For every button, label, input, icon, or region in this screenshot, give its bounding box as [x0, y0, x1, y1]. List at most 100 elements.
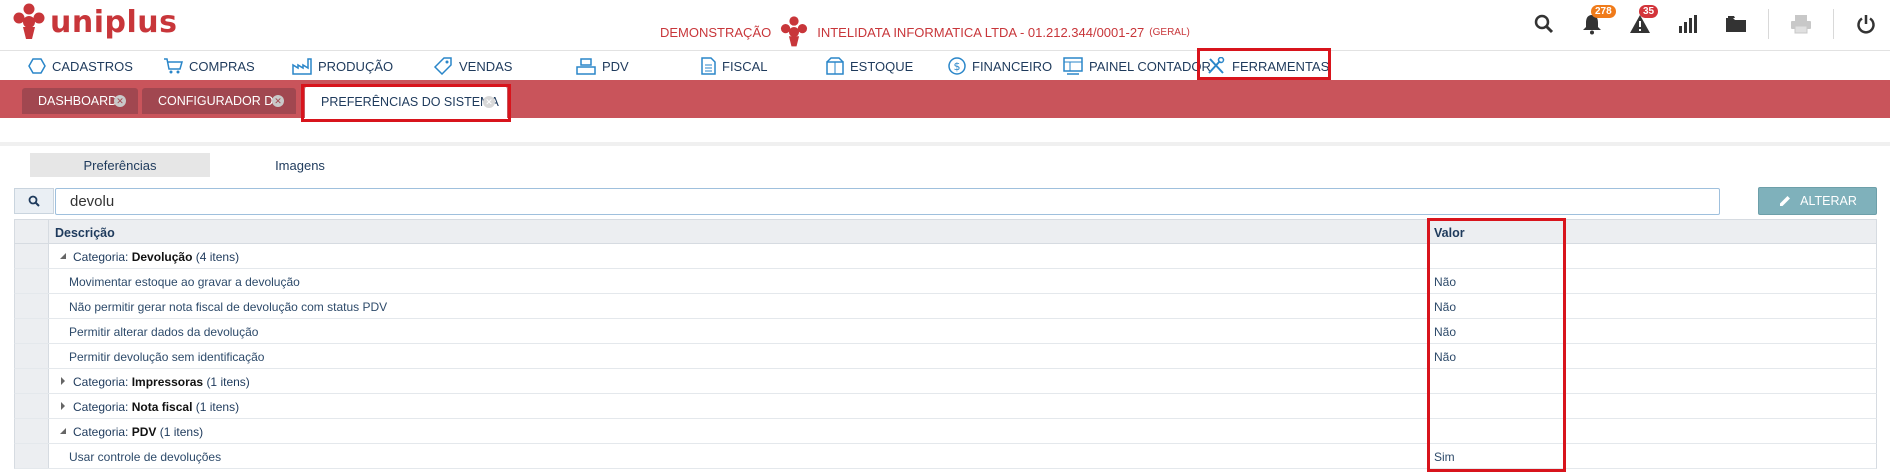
row-header-corner — [15, 220, 49, 243]
caret-down-icon[interactable] — [59, 252, 67, 260]
category-prefix: Categoria: — [73, 425, 129, 439]
row-header[interactable] — [15, 419, 49, 443]
tab-label: DASHBOARD — [38, 94, 118, 108]
row-header[interactable] — [15, 444, 49, 468]
demo-label: DEMONSTRAÇÃO — [660, 24, 772, 40]
caret-right-icon[interactable] — [59, 402, 67, 410]
preference-description: Não permitir gerar nota fiscal de devolu… — [69, 300, 388, 314]
category-name: Impressoras — [131, 375, 204, 389]
menu-compras[interactable]: COMPRAS — [163, 51, 255, 81]
close-icon[interactable]: ✕ — [272, 95, 284, 107]
caret-right-icon[interactable] — [59, 377, 67, 385]
column-header-description[interactable]: Descrição — [55, 226, 115, 240]
search-icon — [28, 195, 40, 207]
grid-header: Descrição Valor — [14, 219, 1877, 244]
category-row[interactable]: Categoria: Impressoras (1 itens) — [14, 369, 1877, 394]
panel-icon — [1063, 57, 1083, 75]
table-row[interactable]: Permitir devolução sem identificação Não — [14, 344, 1877, 369]
tab-label: CONFIGURADOR D... — [158, 94, 284, 108]
row-header[interactable] — [15, 344, 49, 368]
notifications-button[interactable]: 278 — [1577, 5, 1616, 39]
print-button[interactable] — [1786, 9, 1816, 39]
menu-estoque[interactable]: ESTOQUE — [826, 51, 913, 81]
category-prefix: Categoria: — [73, 400, 129, 414]
folder-icon — [1726, 16, 1746, 32]
tab-configurador[interactable]: CONFIGURADOR D... ✕ — [142, 88, 296, 114]
menu-label: COMPRAS — [189, 58, 255, 74]
highlight-value-column — [1427, 218, 1566, 472]
search-icon — [1534, 14, 1554, 34]
menu-vendas[interactable]: VENDAS — [433, 51, 512, 81]
table-row[interactable]: Movimentar estoque ao gravar a devolução… — [14, 269, 1877, 294]
menu-financeiro[interactable]: $ FINANCEIRO — [948, 51, 1052, 81]
row-header[interactable] — [15, 369, 49, 393]
company-logo-icon — [781, 16, 808, 47]
highlight-ferramentas — [1197, 48, 1331, 80]
pencil-icon — [1780, 196, 1791, 206]
row-header[interactable] — [15, 319, 49, 343]
company-info: DEMONSTRAÇÃO INTELIDATA INFORMATICA LTDA… — [660, 16, 1190, 48]
category-row[interactable]: Categoria: Nota fiscal (1 itens) — [14, 394, 1877, 419]
menu-label: VENDAS — [459, 58, 513, 74]
menu-fiscal[interactable]: FISCAL — [700, 51, 768, 81]
menu-label: CADASTROS — [52, 58, 133, 74]
tab-dashboard[interactable]: DASHBOARD ✕ — [22, 88, 138, 114]
cart-icon — [164, 58, 183, 74]
category-count: (1 itens) — [159, 425, 204, 439]
table-row[interactable]: Permitir alterar dados da devolução Não — [14, 319, 1877, 344]
folder-button[interactable] — [1721, 9, 1751, 39]
subtab-preferencias[interactable]: Preferências — [30, 153, 210, 177]
factory-icon — [292, 58, 312, 75]
logo-text: uniplus — [50, 4, 178, 40]
preference-description: Usar controle de devoluções — [69, 450, 222, 464]
search-filter-button[interactable] — [14, 188, 54, 214]
header-actions: 278 35 — [1520, 5, 1890, 40]
logout-button[interactable] — [1851, 9, 1881, 39]
dollar-icon: $ — [948, 57, 966, 75]
header-divider — [1768, 9, 1769, 39]
top-header: uniplus DEMONSTRAÇÃO INTELIDATA INFORMAT… — [0, 0, 1890, 48]
hexagon-icon — [28, 58, 46, 74]
menu-producao[interactable]: PRODUÇÃO — [292, 51, 393, 81]
row-header[interactable] — [15, 244, 49, 268]
box-icon — [826, 57, 844, 75]
divider — [0, 142, 1890, 146]
uniplus-logo[interactable]: uniplus — [12, 3, 177, 41]
menu-label: FISCAL — [722, 58, 768, 74]
category-count: (1 itens) — [195, 400, 240, 414]
preference-description: Permitir alterar dados da devolução — [69, 325, 259, 339]
table-row[interactable]: Não permitir gerar nota fiscal de devolu… — [14, 294, 1877, 319]
preferences-grid: Descrição Valor Categoria: Devolução (4 … — [14, 219, 1877, 469]
caret-down-icon[interactable] — [59, 427, 67, 435]
reports-button[interactable] — [1673, 9, 1703, 39]
category-row[interactable]: Categoria: Devolução (4 itens) — [14, 244, 1877, 269]
subtab-imagens[interactable]: Imagens — [220, 153, 380, 177]
category-label: Categoria: PDV (1 itens) — [73, 425, 203, 439]
uniplus-logo-icon — [13, 3, 45, 39]
menu-cadastros[interactable]: CADASTROS — [28, 51, 133, 81]
main-menu: CADASTROS COMPRAS PRODUÇÃO VENDAS PDV FI… — [0, 50, 1890, 80]
document-icon — [701, 57, 716, 75]
category-name: PDV — [131, 425, 157, 439]
close-icon[interactable]: ✕ — [114, 95, 126, 107]
company-scope: (GERAL) — [1149, 26, 1190, 38]
row-header[interactable] — [15, 269, 49, 293]
menu-label: PRODUÇÃO — [318, 58, 394, 74]
highlight-active-tab — [301, 84, 511, 122]
tag-icon — [433, 57, 452, 75]
menu-painel-contador[interactable]: PAINEL CONTADOR — [1063, 51, 1211, 81]
alter-button[interactable]: ALTERAR — [1758, 187, 1877, 215]
search-button[interactable] — [1529, 9, 1559, 39]
search-input[interactable] — [55, 188, 1720, 215]
category-name: Devolução — [131, 250, 193, 264]
header-divider — [1833, 9, 1834, 39]
table-row[interactable]: Usar controle de devoluções Sim — [14, 444, 1877, 469]
menu-label: PAINEL CONTADOR — [1089, 58, 1211, 74]
preference-description: Movimentar estoque ao gravar a devolução — [69, 275, 300, 289]
alerts-button[interactable]: 35 — [1625, 5, 1659, 39]
menu-pdv[interactable]: PDV — [576, 51, 629, 81]
row-header[interactable] — [15, 394, 49, 418]
bar-chart-icon — [1679, 15, 1697, 33]
category-row[interactable]: Categoria: PDV (1 itens) — [14, 419, 1877, 444]
row-header[interactable] — [15, 294, 49, 318]
